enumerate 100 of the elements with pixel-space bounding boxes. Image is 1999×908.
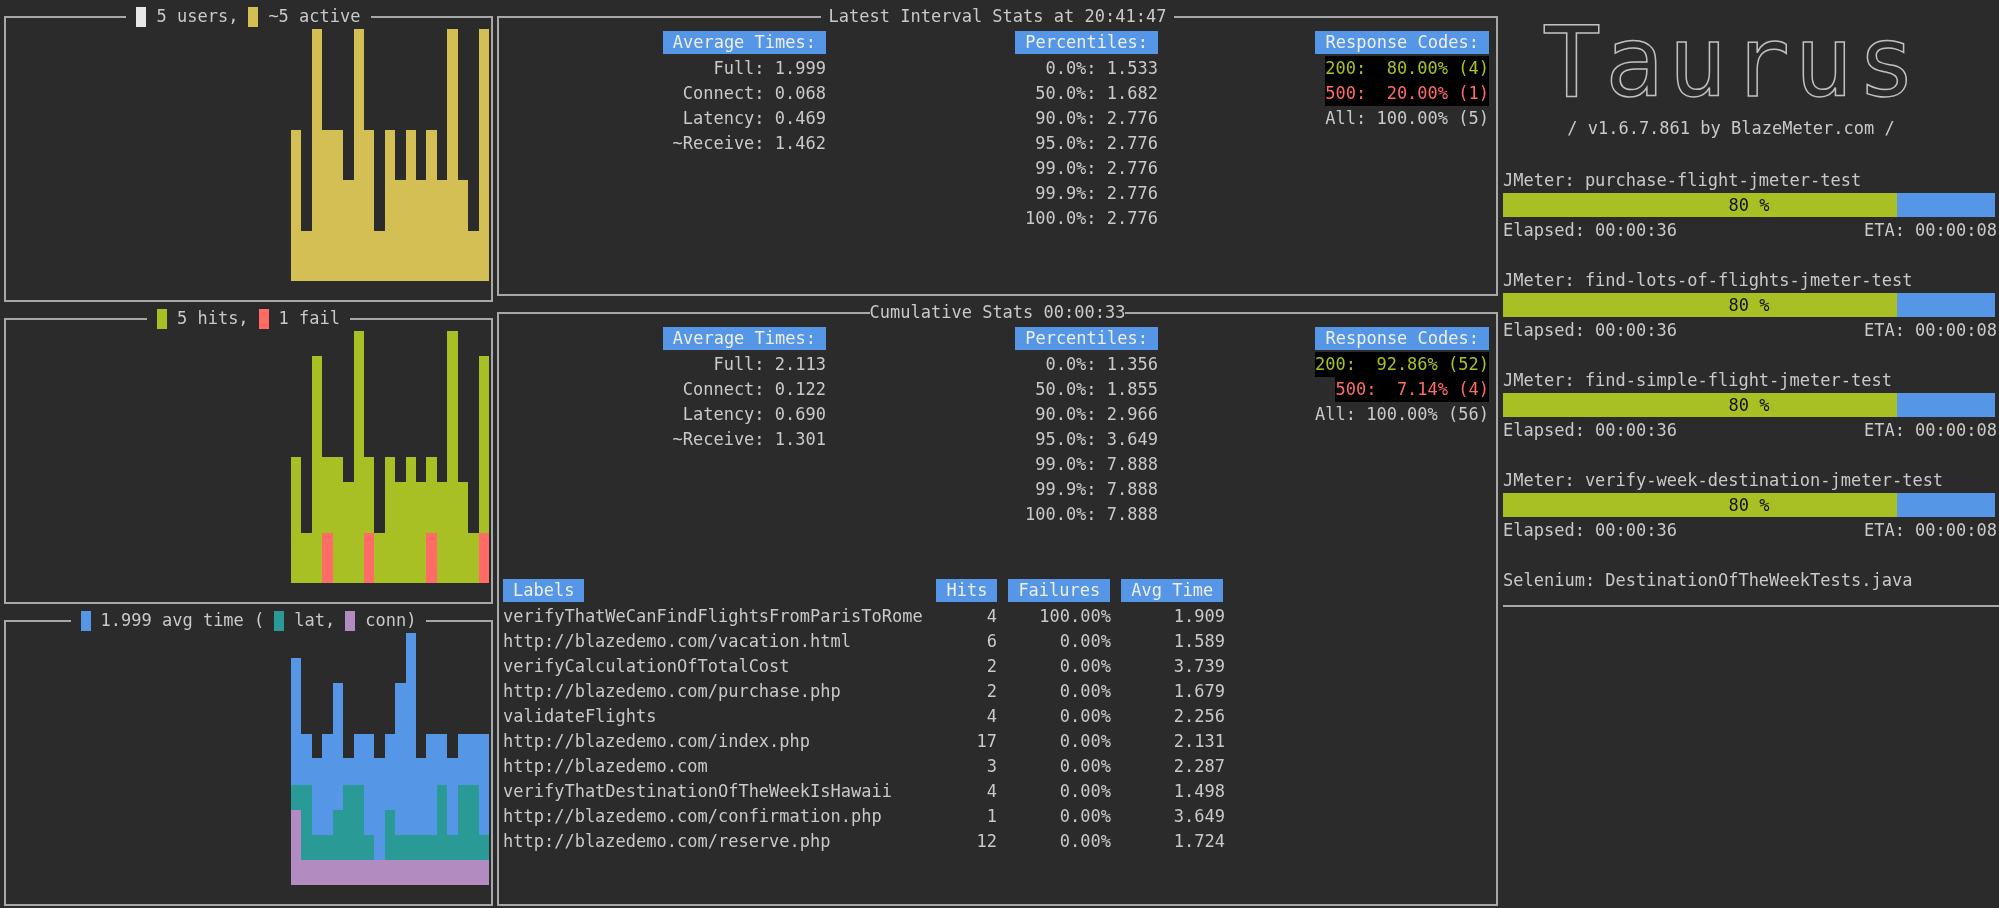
legend-label: conn) xyxy=(365,609,417,632)
column-header: Average Times: xyxy=(662,327,826,350)
table-cell-text: 1.498 xyxy=(1172,780,1225,803)
stat-line: 100.0%: 7.888 xyxy=(1024,503,1158,526)
stat-line: Latency: 0.469 xyxy=(682,107,826,130)
stat-line: ~Receive: 1.301 xyxy=(672,428,826,451)
table-cell-text: 0.00% xyxy=(1058,655,1111,678)
stat-line: ~Receive: 1.462 xyxy=(672,132,826,155)
table-cell-text: verifyCalculationOfTotalCost xyxy=(503,655,791,678)
stat-line: All: 100.00% (56) xyxy=(1315,403,1489,426)
stat-line: 99.0%: 2.776 xyxy=(1035,157,1158,180)
table-cell-text: 1.724 xyxy=(1172,830,1225,853)
table-cell-text: http://blazedemo.com/index.php xyxy=(503,730,812,753)
stat-line: 95.0%: 3.649 xyxy=(1035,428,1158,451)
table-cell-text: 0.00% xyxy=(1058,680,1111,703)
panel-title: Cumulative Stats 00:00:33 xyxy=(869,301,1126,324)
executor-name: Selenium: DestinationOfTheWeekTests.java xyxy=(1503,569,1914,592)
stat-line: 50.0%: 1.855 xyxy=(1035,378,1158,401)
fail-bar xyxy=(363,532,375,583)
table-cell-text: http://blazedemo.com/confirmation.php xyxy=(503,805,883,828)
progress-label: 80 % xyxy=(1728,494,1770,517)
fail-bar xyxy=(426,532,437,583)
column-header: Average Times: xyxy=(662,31,826,54)
legend-label: 1.999 avg time ( xyxy=(100,609,265,632)
table-cell-text: http://blazedemo.com xyxy=(503,755,709,778)
stat-line: 0.0%: 1.533 xyxy=(1045,57,1158,80)
stat-line: 100.0%: 2.776 xyxy=(1024,207,1158,230)
table-cell-text: 100.00% xyxy=(1038,605,1111,628)
fail-bar xyxy=(478,532,489,583)
table-cell-text: 12 xyxy=(975,830,997,853)
table-cell-text: 3.649 xyxy=(1172,805,1225,828)
legend-label: lat, xyxy=(294,609,336,632)
eta-time: ETA: 00:00:08 xyxy=(1863,419,1997,442)
table-cell-text: 0.00% xyxy=(1058,705,1111,728)
table-cell-text: validateFlights xyxy=(503,705,658,728)
table-cell-text: 1 xyxy=(985,805,997,828)
table-cell-text: 2.256 xyxy=(1172,705,1225,728)
column-header: Avg Time xyxy=(1121,579,1224,602)
column-header: Labels xyxy=(503,579,585,602)
stat-line: 95.0%: 2.776 xyxy=(1035,132,1158,155)
table-cell-text: 4 xyxy=(985,605,997,628)
stat-line: Full: 2.113 xyxy=(713,353,826,376)
progress-label: 80 % xyxy=(1728,294,1770,317)
stat-line: Full: 1.999 xyxy=(713,57,826,80)
logo: Taurus xyxy=(1542,8,1920,116)
table-cell-text: 1.909 xyxy=(1172,605,1225,628)
executor-name: JMeter: find-simple-flight-jmeter-test xyxy=(1503,369,1893,392)
table-cell-text: 2.287 xyxy=(1172,755,1225,778)
panel-title: Latest Interval Stats at 20:41:47 xyxy=(827,5,1168,28)
table-cell-text: 0.00% xyxy=(1058,730,1111,753)
executor-name: JMeter: verify-week-destination-jmeter-test xyxy=(1503,469,1945,492)
progress-label: 80 % xyxy=(1728,394,1770,417)
table-cell-text: 0.00% xyxy=(1058,630,1111,653)
stat-line: 99.9%: 2.776 xyxy=(1035,182,1158,205)
legend-label: ~5 active xyxy=(268,5,361,28)
table-cell-text: 0.00% xyxy=(1058,830,1111,853)
table-cell-text: 0.00% xyxy=(1058,755,1111,778)
elapsed-time: Elapsed: 00:00:36 xyxy=(1503,319,1677,342)
connect-bar xyxy=(478,860,489,885)
table-cell-text: 1.589 xyxy=(1172,630,1225,653)
table-cell-text: verifyThatDestinationOfTheWeekIsHawaii xyxy=(503,780,893,803)
table-cell-text: 2.131 xyxy=(1172,730,1225,753)
executor-name: JMeter: find-lots-of-flights-jmeter-test xyxy=(1503,269,1914,292)
table-cell-text: 4 xyxy=(985,780,997,803)
elapsed-time: Elapsed: 00:00:36 xyxy=(1503,519,1677,542)
table-cell-text: 6 xyxy=(985,630,997,653)
table-cell-text: 3.739 xyxy=(1172,655,1225,678)
table-cell-text: verifyThatWeCanFindFlightsFromParisToRome xyxy=(503,605,924,628)
table-cell-text: http://blazedemo.com/reserve.php xyxy=(503,830,832,853)
table-cell-text: 2 xyxy=(985,680,997,703)
stat-line: 99.0%: 7.888 xyxy=(1035,453,1158,476)
version-text: / v1.6.7.861 by BlazeMeter.com / xyxy=(1567,117,1895,140)
stat-line: Latency: 0.690 xyxy=(682,403,826,426)
column-header: Percentiles: xyxy=(1015,327,1158,350)
eta-time: ETA: 00:00:08 xyxy=(1863,319,1997,342)
column-header: Percentiles: xyxy=(1015,31,1158,54)
elapsed-time: Elapsed: 00:00:36 xyxy=(1503,419,1677,442)
progress-label: 80 % xyxy=(1728,194,1770,217)
table-cell-text: 0.00% xyxy=(1058,780,1111,803)
stat-line: 50.0%: 1.682 xyxy=(1035,82,1158,105)
stat-line: Connect: 0.122 xyxy=(682,378,826,401)
stat-line: 90.0%: 2.966 xyxy=(1035,403,1158,426)
table-cell-text: http://blazedemo.com/purchase.php xyxy=(503,680,842,703)
table-cell-text: 3 xyxy=(985,755,997,778)
stat-line: 90.0%: 2.776 xyxy=(1035,107,1158,130)
column-header: Hits xyxy=(936,579,998,602)
eta-time: ETA: 00:00:08 xyxy=(1863,219,1997,242)
legend-label: 5 users, xyxy=(156,5,239,28)
table-cell-text: 17 xyxy=(975,730,997,753)
fail-bar xyxy=(322,532,333,583)
legend-label: 5 hits, xyxy=(176,307,249,330)
stat-line: Connect: 0.068 xyxy=(682,82,826,105)
table-cell-text: 2 xyxy=(985,655,997,678)
table-cell-text: 4 xyxy=(985,705,997,728)
stat-line: 0.0%: 1.356 xyxy=(1045,353,1158,376)
eta-time: ETA: 00:00:08 xyxy=(1863,519,1997,542)
column-header: Failures xyxy=(1008,579,1111,602)
table-cell-text: 0.00% xyxy=(1058,805,1111,828)
legend-label: 1 fail xyxy=(278,307,341,330)
stat-line: 99.9%: 7.888 xyxy=(1035,478,1158,501)
